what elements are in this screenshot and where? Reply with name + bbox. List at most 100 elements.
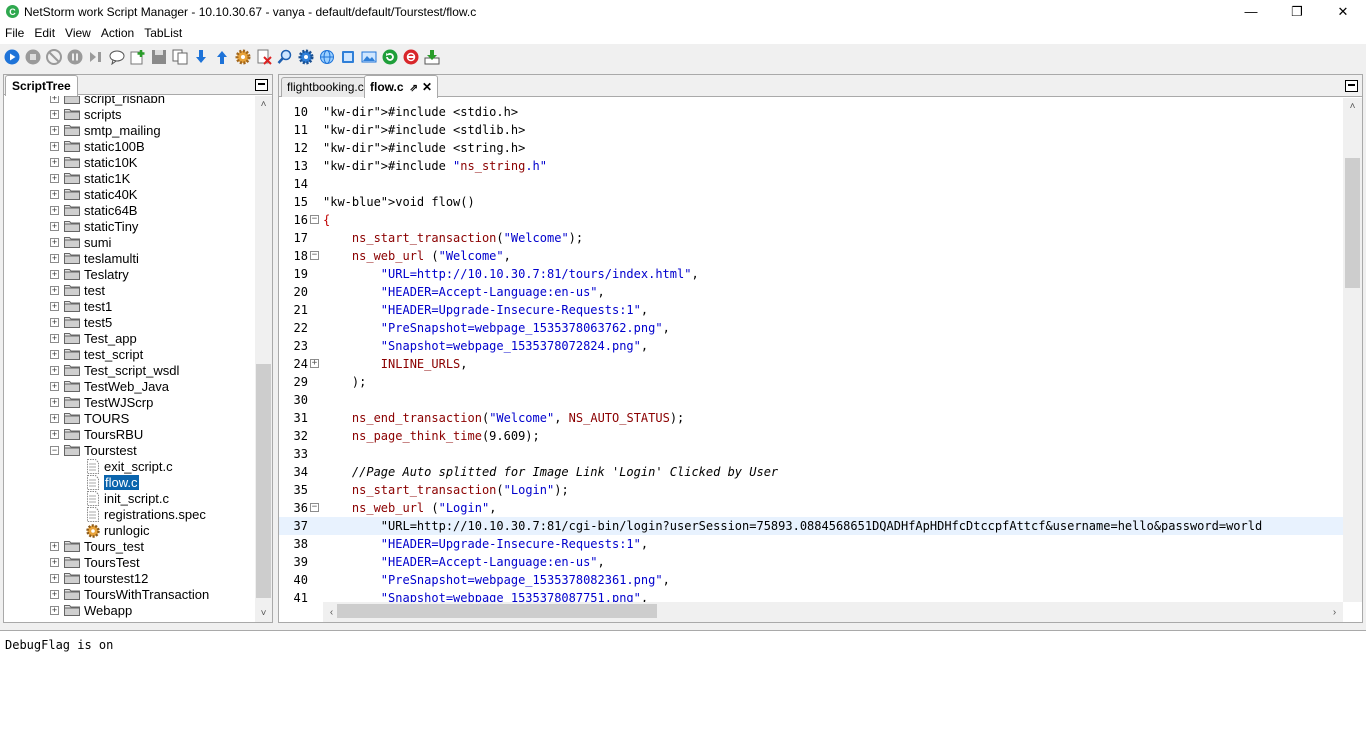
tree-folder[interactable]: + static40K	[50, 186, 137, 202]
upload-icon[interactable]	[213, 49, 230, 66]
tree-folder[interactable]: + teslamulti	[50, 250, 139, 266]
code-line[interactable]: 17 ns_start_transaction("Welcome");	[279, 229, 1343, 247]
code-line[interactable]: 32 ns_page_think_time(9.609);	[279, 427, 1343, 445]
tree-folder[interactable]: − Tourstest	[50, 442, 137, 458]
tree-folder[interactable]: + Webapp	[50, 602, 132, 618]
globe-icon[interactable]	[318, 49, 335, 66]
tree-folder[interactable]: + ToursWithTransaction	[50, 586, 209, 602]
tree-folder[interactable]: + TestWeb_Java	[50, 378, 169, 394]
code-line[interactable]: 29 );	[279, 373, 1343, 391]
expand-icon[interactable]: +	[50, 221, 59, 231]
tree-folder[interactable]: + Teslatry	[50, 266, 129, 282]
add-icon[interactable]	[129, 49, 146, 66]
collapse-fold-icon[interactable]: −	[310, 503, 319, 512]
delete-icon[interactable]	[255, 49, 272, 66]
tree-file[interactable]: flow.c	[86, 474, 139, 490]
tree-file[interactable]: init_script.c	[86, 490, 169, 506]
code-line[interactable]: 24 + INLINE_URLS,	[279, 355, 1343, 373]
tree-folder[interactable]: + TestWJScrp	[50, 394, 153, 410]
scroll-right-arrow-icon[interactable]: ›	[1326, 604, 1343, 621]
tree-folder[interactable]: + static10K	[50, 154, 137, 170]
refresh-icon[interactable]	[381, 49, 398, 66]
expand-icon[interactable]: +	[50, 349, 59, 359]
collapse-fold-icon[interactable]: −	[310, 251, 319, 260]
scroll-up-arrow-icon[interactable]: ˄	[1344, 98, 1361, 115]
menu-edit[interactable]: Edit	[29, 26, 60, 40]
expand-icon[interactable]: +	[50, 269, 59, 279]
tree-file[interactable]: runlogic	[86, 522, 150, 538]
config-icon[interactable]	[297, 49, 314, 66]
record-icon[interactable]	[402, 49, 419, 66]
menu-view[interactable]: View	[60, 26, 96, 40]
expand-icon[interactable]: +	[50, 541, 59, 551]
expand-icon[interactable]: +	[50, 96, 59, 103]
minimize-button[interactable]: —	[1228, 0, 1274, 23]
code-line[interactable]: 37 "URL=http://10.10.30.7:81/cgi-bin/log…	[279, 517, 1343, 535]
step-icon[interactable]	[87, 49, 104, 66]
expand-icon[interactable]: +	[50, 333, 59, 343]
scroll-down-arrow-icon[interactable]: ˅	[255, 605, 272, 622]
expand-icon[interactable]: +	[50, 605, 59, 615]
output-console[interactable]: DebugFlag is on	[0, 630, 1366, 729]
download-icon[interactable]	[192, 49, 209, 66]
tab-scripttree[interactable]: ScriptTree	[5, 75, 78, 96]
maximize-button[interactable]: ❐	[1274, 0, 1320, 23]
book-icon[interactable]	[339, 49, 356, 66]
code-line[interactable]: 21 "HEADER=Upgrade-Insecure-Requests:1",	[279, 301, 1343, 319]
code-line[interactable]: 15 "kw-blue">void flow()	[279, 193, 1343, 211]
export-icon[interactable]	[423, 49, 440, 66]
run-icon[interactable]	[3, 49, 20, 66]
expand-icon[interactable]: +	[50, 413, 59, 423]
tree-folder[interactable]: + test1	[50, 298, 112, 314]
menu-action[interactable]: Action	[96, 26, 139, 40]
pin-icon[interactable]: ⇗	[410, 83, 418, 94]
tree-folder[interactable]: + test_script	[50, 346, 143, 362]
expand-icon[interactable]: +	[50, 157, 59, 167]
code-line[interactable]: 12 "kw-dir">#include <string.h>	[279, 139, 1343, 157]
tree-folder[interactable]: + test	[50, 282, 105, 298]
copy-icon[interactable]	[171, 49, 188, 66]
tree-folder[interactable]: + smtp_mailing	[50, 122, 161, 138]
stop-icon[interactable]	[24, 49, 41, 66]
expand-icon[interactable]: +	[50, 189, 59, 199]
code-line[interactable]: 41 "Snapshot=webpage_1535378087751.png",	[279, 589, 1343, 602]
code-line[interactable]: 23 "Snapshot=webpage_1535378072824.png",	[279, 337, 1343, 355]
close-tab-icon[interactable]: ✕	[422, 80, 432, 94]
expand-icon[interactable]: +	[50, 125, 59, 135]
expand-fold-icon[interactable]: +	[310, 359, 319, 368]
expand-icon[interactable]: +	[50, 429, 59, 439]
expand-icon[interactable]: +	[50, 365, 59, 375]
scroll-up-arrow-icon[interactable]: ˄	[255, 96, 272, 113]
settings-gear-icon[interactable]	[234, 49, 251, 66]
collapse-fold-icon[interactable]: −	[310, 215, 319, 224]
pause-icon[interactable]	[66, 49, 83, 66]
tree-folder[interactable]: + test5	[50, 314, 112, 330]
tree-folder[interactable]: + scripts	[50, 106, 122, 122]
code-line[interactable]: 40 "PreSnapshot=webpage_1535378082361.pn…	[279, 571, 1343, 589]
tree-folder[interactable]: + Test_app	[50, 330, 137, 346]
tree-folder[interactable]: + ToursRBU	[50, 426, 143, 442]
cancel-icon[interactable]	[45, 49, 62, 66]
tab-flightbooking[interactable]: flightbooking.c	[281, 77, 370, 97]
editor-vertical-scrollbar[interactable]: ˄	[1343, 98, 1362, 602]
expand-icon[interactable]: +	[50, 301, 59, 311]
expand-icon[interactable]: +	[50, 285, 59, 295]
code-line[interactable]: 19 "URL=http://10.10.30.7:81/tours/index…	[279, 265, 1343, 283]
expand-icon[interactable]: +	[50, 205, 59, 215]
expand-icon[interactable]: +	[50, 573, 59, 583]
tree-folder[interactable]: + static64B	[50, 202, 137, 218]
expand-icon[interactable]: +	[50, 589, 59, 599]
code-line[interactable]: 14	[279, 175, 1343, 193]
expand-icon[interactable]: +	[50, 317, 59, 327]
tree-file[interactable]: exit_script.c	[86, 458, 173, 474]
expand-icon[interactable]: +	[50, 381, 59, 391]
tree-folder[interactable]: + Tours_test	[50, 538, 144, 554]
code-line[interactable]: 35 ns_start_transaction("Login");	[279, 481, 1343, 499]
collapse-icon[interactable]: −	[50, 445, 59, 455]
tree-folder[interactable]: + static1K	[50, 170, 130, 186]
tree-folder[interactable]: + tourstest12	[50, 570, 148, 586]
minimize-editor-button[interactable]	[1345, 80, 1358, 92]
tree-folder[interactable]: + Test_script_wsdl	[50, 362, 179, 378]
code-editor[interactable]: 10 "kw-dir">#include <stdio.h> 11 "kw-dir">…	[279, 98, 1343, 602]
save-icon[interactable]	[150, 49, 167, 66]
